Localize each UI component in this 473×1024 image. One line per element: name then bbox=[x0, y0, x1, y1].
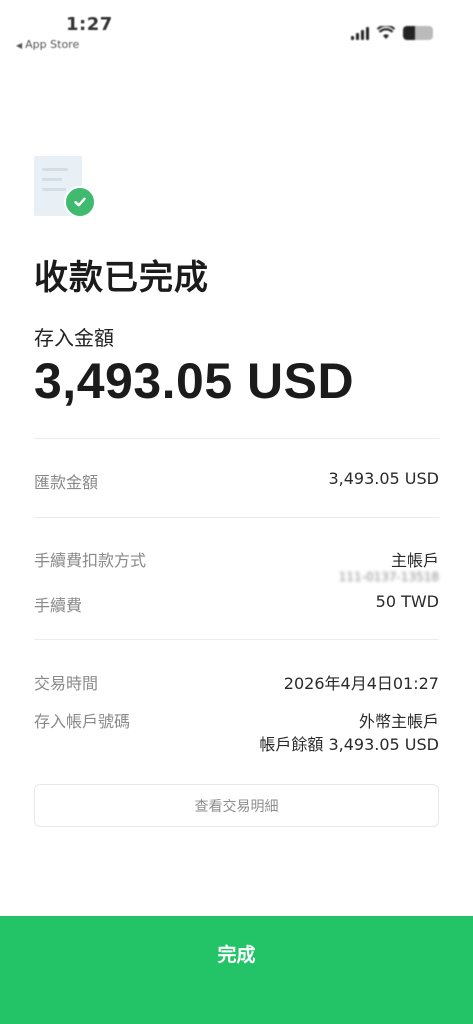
wifi-icon bbox=[377, 26, 395, 39]
status-bar: 1:27 ◀ App Store bbox=[0, 0, 473, 60]
divider bbox=[34, 639, 439, 640]
done-button[interactable]: 完成 bbox=[0, 916, 473, 1024]
battery-icon bbox=[403, 26, 433, 40]
back-triangle-icon: ◀ bbox=[16, 41, 23, 50]
back-to-app-link[interactable]: ◀ App Store bbox=[16, 38, 79, 51]
account-balance-value: 帳戶餘額 3,493.05 USD bbox=[259, 735, 439, 754]
status-time: 1:27 bbox=[66, 14, 113, 35]
fee-value: 50 TWD bbox=[375, 592, 439, 611]
receipt-document-icon bbox=[34, 156, 96, 218]
deposit-account-value: 外幣主帳戶 bbox=[358, 712, 439, 731]
fee-method-label: 手續費扣款方式 bbox=[34, 551, 147, 570]
divider bbox=[34, 438, 439, 439]
fee-label: 手續費 bbox=[34, 596, 83, 615]
transaction-time-value: 2026年4月4日01:27 bbox=[283, 674, 439, 693]
divider bbox=[34, 517, 439, 518]
signal-icon bbox=[351, 26, 369, 40]
remit-amount-label: 匯款金額 bbox=[34, 473, 99, 492]
deposit-amount-label: 存入金額 bbox=[34, 326, 114, 350]
fee-method-value: 主帳戶 bbox=[390, 551, 439, 570]
status-icons bbox=[351, 26, 433, 40]
check-icon bbox=[64, 186, 96, 218]
back-app-label: App Store bbox=[25, 38, 80, 51]
deposit-amount-value: 3,493.05 USD bbox=[34, 353, 355, 409]
remit-amount-value: 3,493.05 USD bbox=[328, 469, 439, 488]
fee-account-number: 111-0137-13518 bbox=[338, 570, 439, 584]
payment-received-screen: 1:27 ◀ App Store 收款已完成 存入金額 3,493.05 USD… bbox=[0, 0, 473, 1024]
page-title: 收款已完成 bbox=[34, 258, 209, 298]
view-transaction-details-button[interactable]: 查看交易明細 bbox=[34, 784, 439, 827]
transaction-time-label: 交易時間 bbox=[34, 674, 99, 693]
deposit-account-label: 存入帳戶號碼 bbox=[34, 712, 131, 731]
